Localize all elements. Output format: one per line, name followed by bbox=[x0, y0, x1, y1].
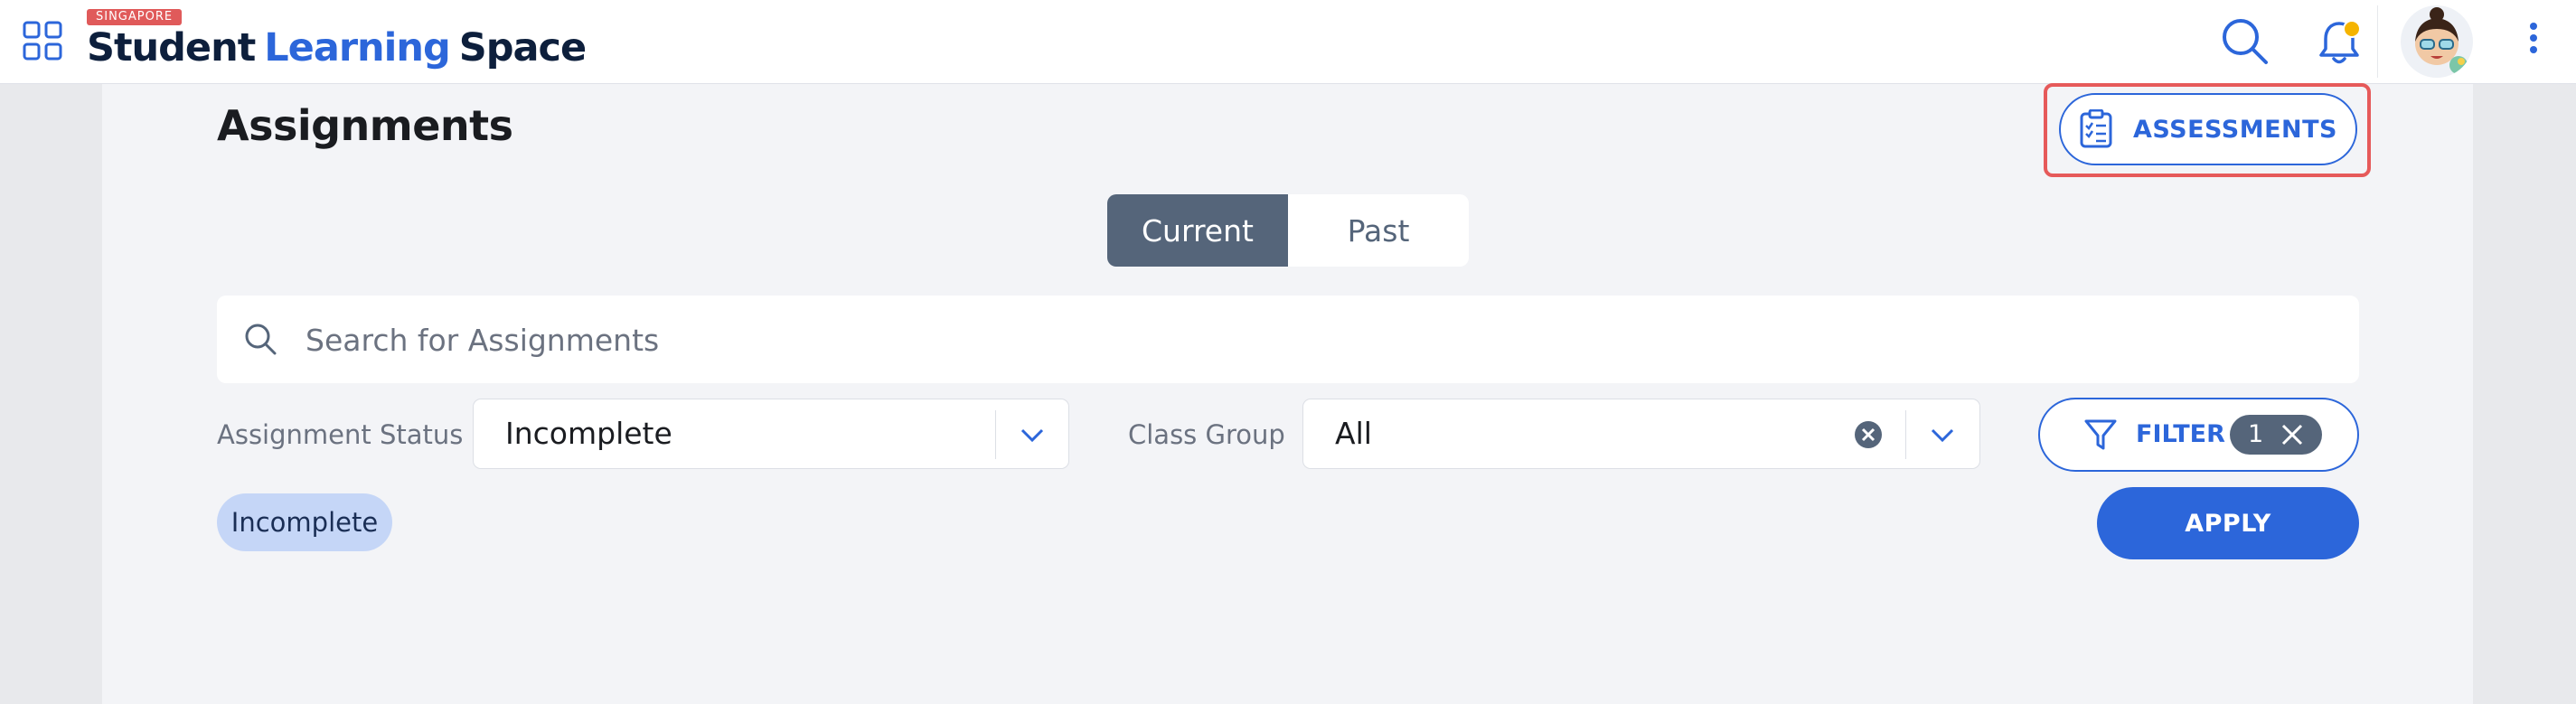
filter-count: 1 bbox=[2248, 420, 2264, 448]
apps-grid-icon[interactable] bbox=[22, 20, 63, 61]
notification-dot bbox=[2343, 20, 2361, 38]
close-icon[interactable] bbox=[2280, 423, 2304, 446]
logo-word-space: Space bbox=[458, 25, 587, 70]
logo-badge: SINGAPORE bbox=[87, 9, 183, 25]
logo-word-learning: Learning bbox=[264, 25, 451, 70]
assignment-tabs: Current Past bbox=[1107, 194, 1469, 267]
avatar-illustration bbox=[2415, 7, 2468, 74]
page-title: Assignments bbox=[217, 101, 513, 150]
class-group-select[interactable]: All bbox=[1302, 399, 1980, 469]
funnel-icon bbox=[2084, 419, 2117, 450]
select-divider bbox=[1905, 410, 1906, 459]
search-bar bbox=[217, 296, 2359, 385]
chevron-down-icon[interactable] bbox=[1927, 419, 1958, 450]
clear-selection-icon[interactable] bbox=[1853, 419, 1884, 450]
header-divider bbox=[2377, 5, 2378, 78]
clipboard-checklist-icon bbox=[2080, 109, 2112, 148]
tab-past[interactable]: Past bbox=[1288, 194, 1469, 267]
select-divider bbox=[995, 410, 996, 459]
top-navigation-bar: SINGAPORE Student Learning Space bbox=[0, 0, 2576, 84]
filter-count-badge[interactable]: 1 bbox=[2230, 415, 2322, 455]
logo-text: Student Learning Space bbox=[87, 25, 587, 70]
logo-word-student: Student bbox=[87, 25, 256, 70]
class-group-value: All bbox=[1335, 416, 1372, 451]
assessments-button[interactable]: ASSESSMENTS bbox=[2059, 93, 2357, 165]
notifications-button[interactable] bbox=[2314, 16, 2364, 67]
apply-button[interactable]: APPLY bbox=[2097, 487, 2359, 559]
active-filter-chip: Incomplete bbox=[217, 493, 392, 551]
search-icon bbox=[245, 324, 277, 355]
tab-current[interactable]: Current bbox=[1107, 194, 1288, 267]
class-group-label: Class Group bbox=[1128, 419, 1285, 450]
assessments-button-label: ASSESSMENTS bbox=[2133, 115, 2337, 144]
avatar[interactable] bbox=[2401, 5, 2473, 78]
chevron-down-icon[interactable] bbox=[1017, 419, 1048, 450]
assignment-status-label: Assignment Status bbox=[217, 419, 464, 450]
search-icon[interactable] bbox=[2220, 16, 2270, 67]
search-input[interactable] bbox=[304, 296, 2296, 385]
assignment-status-select[interactable]: Incomplete bbox=[473, 399, 1069, 469]
filter-button[interactable]: FILTER 1 bbox=[2038, 398, 2359, 472]
more-vertical-icon[interactable] bbox=[2520, 18, 2547, 69]
assignment-status-value: Incomplete bbox=[505, 416, 672, 451]
filter-button-label: FILTER bbox=[2136, 420, 2225, 448]
